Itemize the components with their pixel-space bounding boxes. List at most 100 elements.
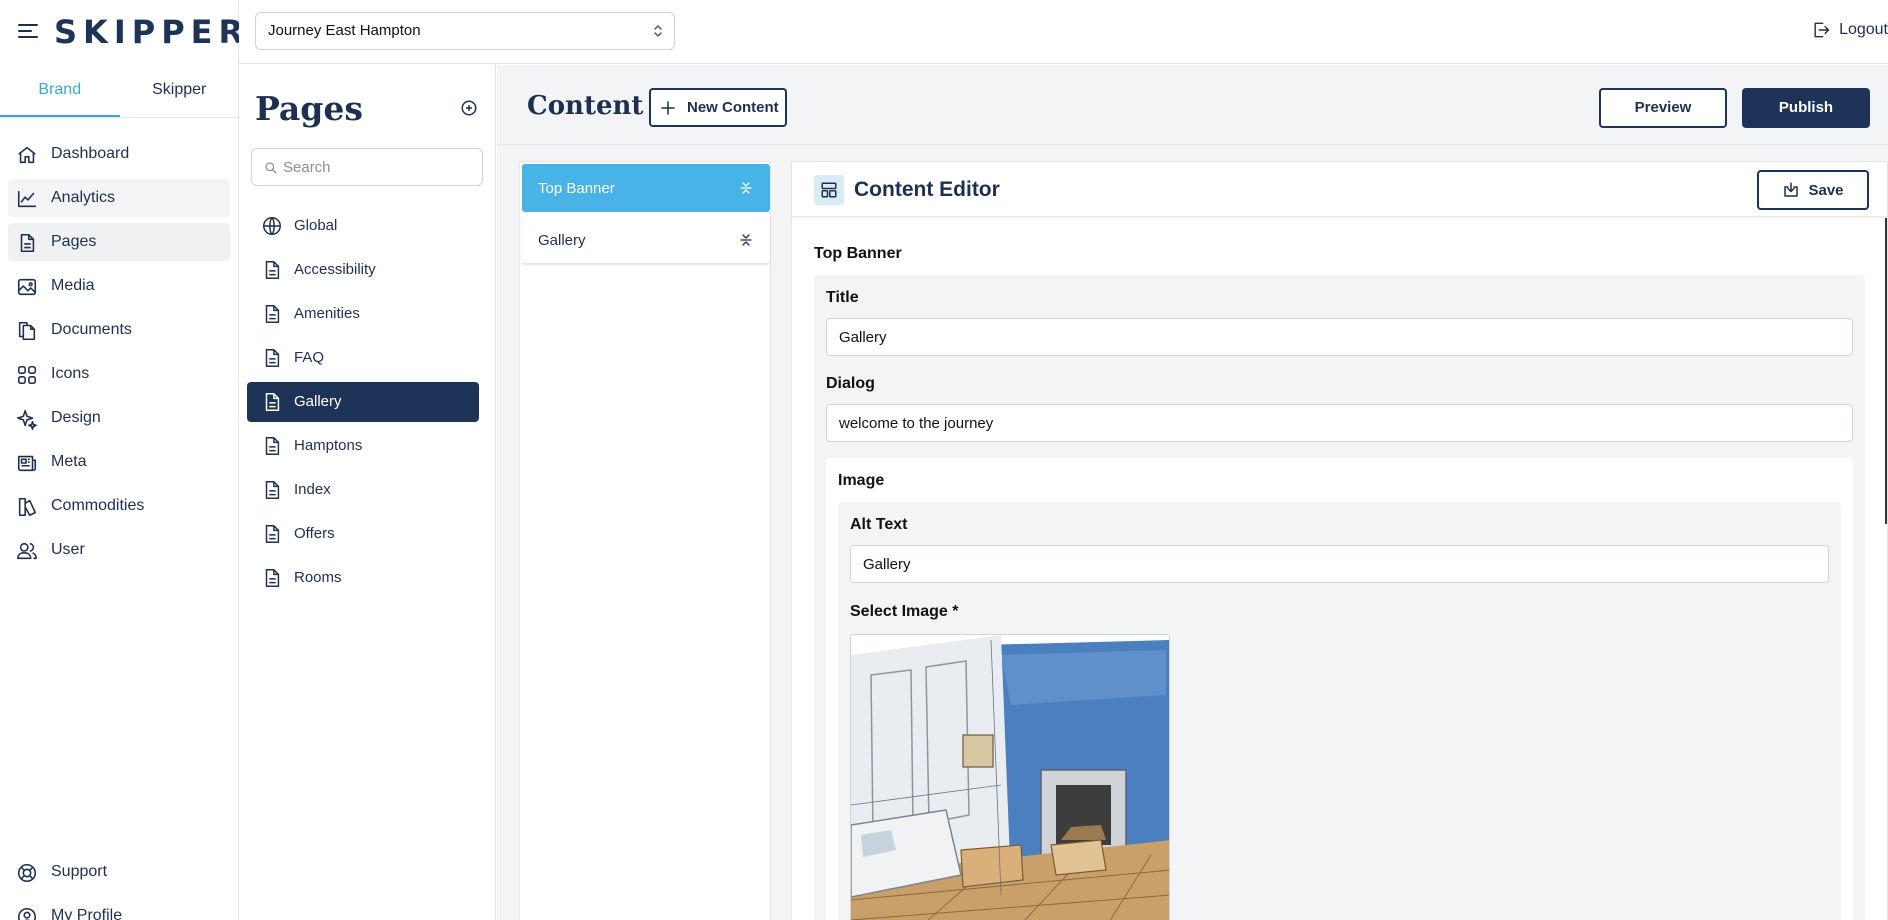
new-content-label: New Content [687,99,779,116]
page-item-label: Index [294,481,331,498]
chevron-up-down-icon [652,23,664,39]
sidebar-item-documents[interactable]: Documents [8,311,230,349]
search-icon [264,161,278,175]
logo-row: SKIPPER [0,0,243,64]
search-input[interactable] [283,149,478,185]
logout-label: Logout [1839,21,1888,38]
editor-title: Content Editor [854,178,1000,201]
newspaper-icon [16,452,38,474]
block-item-gallery[interactable]: Gallery [522,216,770,264]
menu-icon[interactable] [17,22,39,40]
content-title: Content [527,91,644,121]
dialog-label: Dialog [826,375,875,392]
sidebar-item-label: Design [51,409,101,426]
image-icon [16,276,38,298]
sidebar-item-label: Media [51,277,95,294]
site-select[interactable]: Journey East Hampton [255,12,675,50]
dialog-field-wrap [826,404,1853,442]
sidebar-item-pages[interactable]: Pages [8,223,230,261]
sidebar-item-meta[interactable]: Meta [8,443,230,481]
page-item-label: Global [294,217,338,234]
block-item-label: Top Banner [538,180,615,197]
sparkle-icon [16,408,38,430]
pages-title: Pages [255,89,363,128]
selected-image-thumbnail[interactable] [850,634,1170,920]
document-icon [16,232,38,254]
save-label: Save [1808,181,1844,199]
sidebar-item-support[interactable]: Support [8,853,230,891]
grid-icon [16,364,38,386]
collapse-icon[interactable] [740,181,752,195]
page-item-accessibility[interactable]: Accessibility [247,250,479,290]
page-item-rooms[interactable]: Rooms [247,558,479,598]
preview-button[interactable]: Preview [1599,88,1727,128]
content-header: Content New Content Preview Publish [497,65,1888,145]
document-icon [261,567,283,589]
sidebar-item-analytics[interactable]: Analytics [8,179,230,217]
save-button[interactable]: Save [1757,170,1869,210]
tab-skipper[interactable]: Skipper [120,72,240,117]
page-item-faq[interactable]: FAQ [247,338,479,378]
sidebar-item-user[interactable]: User [8,531,230,569]
document-icon [261,259,283,281]
sidebar-item-dashboard[interactable]: Dashboard [8,135,230,173]
title-field[interactable] [827,319,1852,355]
sidebar-item-label: My Profile [51,907,123,920]
content-area: Content New Content Preview Publish Top … [497,65,1888,920]
sidebar-item-label: Support [51,863,108,880]
site-select-value: Journey East Hampton [268,22,421,39]
document-icon [261,435,283,457]
page-item-amenities[interactable]: Amenities [247,294,479,334]
lifebuoy-icon [16,862,38,884]
add-page-icon[interactable] [460,99,478,117]
logout-button[interactable]: Logout [1811,20,1888,40]
page-item-index[interactable]: Index [247,470,479,510]
sidebar-item-label: Commodities [51,497,145,514]
pages-search [251,148,483,186]
profile-icon [16,906,38,920]
page-item-offers[interactable]: Offers [247,514,479,554]
editor-scrollbar[interactable] [1885,218,1887,524]
layout-icon [814,175,844,205]
plus-icon [659,99,677,117]
select-image-label: Select Image * [850,603,959,620]
sidebar-item-design[interactable]: Design [8,399,230,437]
block-item-top-banner[interactable]: Top Banner [522,164,770,212]
sidebar-item-label: Analytics [51,189,116,206]
page-item-hamptons[interactable]: Hamptons [247,426,479,466]
page-item-label: Gallery [294,393,342,410]
page-item-label: Hamptons [294,437,363,454]
page-item-global[interactable]: Global [247,206,479,246]
tab-brand[interactable]: Brand [0,72,120,117]
document-icon [261,479,283,501]
top-header: Journey East Hampton Logout [239,0,1888,64]
sidebar-item-label: Icons [51,365,90,382]
sidebar-item-label: Dashboard [51,145,130,162]
alt-text-label: Alt Text [850,516,908,533]
sidebar-item-commodities[interactable]: Commodities [8,487,230,525]
document-icon [261,523,283,545]
page-item-label: FAQ [294,349,325,366]
sidebar-item-my-profile[interactable]: My Profile [8,897,230,920]
page-item-label: Amenities [294,305,360,322]
logo[interactable]: SKIPPER [54,13,249,51]
new-content-button[interactable]: New Content [649,88,787,127]
pages-panel: Pages Global Accessibility Amenities FAQ… [239,65,496,920]
document-icon [261,391,283,413]
publish-button[interactable]: Publish [1742,88,1870,128]
logout-icon [1811,20,1831,40]
alt-text-field[interactable] [851,546,1828,582]
document-icon [261,347,283,369]
save-icon [1782,181,1800,199]
sidebar-item-icons[interactable]: Icons [8,355,230,393]
document-icon [261,303,283,325]
image-fields: Alt Text Select Image * [838,502,1841,920]
content-blocks-list: Top Banner Gallery [519,161,771,920]
title-field-wrap [826,318,1853,356]
page-item-gallery[interactable]: Gallery [247,382,479,422]
dialog-field[interactable] [827,405,1852,441]
sidebar-item-media[interactable]: Media [8,267,230,305]
users-icon [16,540,38,562]
collapse-icon[interactable] [740,233,752,247]
content-editor: Content Editor Save Top Banner Title Dia… [791,161,1888,920]
